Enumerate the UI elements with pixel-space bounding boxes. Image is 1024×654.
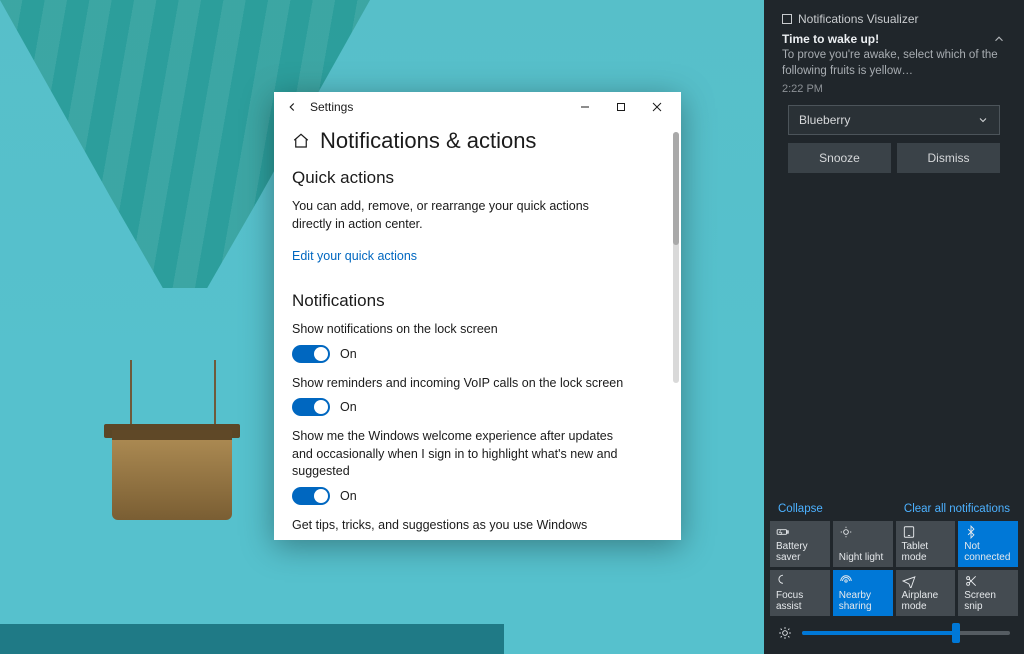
brightness-slider[interactable] xyxy=(764,616,1024,654)
quick-action-tiles: Battery saver Night light Tablet mode Not c… xyxy=(764,521,1024,616)
action-center: Notifications Visualizer Time to wake up… xyxy=(764,0,1024,654)
quick-actions-description: You can add, remove, or rearrange your q… xyxy=(292,198,622,233)
wallpaper-rope xyxy=(130,360,132,430)
setting-label: Show me the Windows welcome experience a… xyxy=(292,428,632,481)
notification-dropdown[interactable]: Blueberry xyxy=(788,105,1000,135)
setting-label: Show notifications on the lock screen xyxy=(292,321,632,339)
dismiss-button[interactable]: Dismiss xyxy=(897,143,1000,173)
nearby-sharing-icon xyxy=(839,574,887,588)
tile-label: Not connected xyxy=(964,541,1012,563)
tile-label: Battery saver xyxy=(776,541,824,563)
collapse-link[interactable]: Collapse xyxy=(778,503,823,515)
tile-label: Night light xyxy=(839,552,887,563)
chevron-up-icon[interactable] xyxy=(992,32,1006,46)
tile-label: Nearby sharing xyxy=(839,590,887,612)
notification-timestamp: 2:22 PM xyxy=(782,83,1006,95)
back-button[interactable] xyxy=(280,95,304,119)
notification-setting-row: Show reminders and incoming VoIP calls o… xyxy=(292,375,663,417)
window-title: Settings xyxy=(310,100,567,114)
titlebar[interactable]: Settings xyxy=(274,92,681,122)
page-title: Notifications & actions xyxy=(320,128,536,154)
clear-all-link[interactable]: Clear all notifications xyxy=(904,503,1010,515)
minimize-button[interactable] xyxy=(567,92,603,122)
notification-app-name: Notifications Visualizer xyxy=(798,12,919,26)
snooze-button[interactable]: Snooze xyxy=(788,143,891,173)
brightness-thumb[interactable] xyxy=(952,623,960,643)
brightness-track[interactable] xyxy=(802,631,1010,635)
settings-content: Notifications & actions Quick actions Yo… xyxy=(274,122,681,540)
battery-icon xyxy=(776,525,824,539)
chevron-down-icon xyxy=(977,114,989,126)
tile-label: Focus assist xyxy=(776,590,824,612)
tablet-mode-icon xyxy=(902,525,950,539)
notification-setting-row: Get tips, tricks, and suggestions as you… xyxy=(292,517,663,541)
home-icon[interactable] xyxy=(292,132,310,150)
quick-action-screen-snip[interactable]: Screen snip xyxy=(958,570,1018,616)
notification-dropdown-value: Blueberry xyxy=(799,113,850,127)
toggle-switch[interactable] xyxy=(292,345,330,363)
quick-actions-heading: Quick actions xyxy=(292,168,663,188)
quick-action-airplane-mode[interactable]: Airplane mode xyxy=(896,570,956,616)
maximize-button[interactable] xyxy=(603,92,639,122)
notification-body: To prove you're awake, select which of t… xyxy=(782,48,1006,79)
brightness-icon xyxy=(778,626,792,640)
toggle-state: On xyxy=(340,347,357,361)
bluetooth-icon xyxy=(964,525,1012,539)
toggle-state: On xyxy=(340,489,357,503)
wallpaper-ground xyxy=(0,624,504,654)
toggle-switch[interactable] xyxy=(292,487,330,505)
quick-action-focus-assist[interactable]: Focus assist xyxy=(770,570,830,616)
tile-label: Airplane mode xyxy=(902,590,950,612)
quick-action-not-connected[interactable]: Not connected xyxy=(958,521,1018,567)
tile-label: Tablet mode xyxy=(902,541,950,563)
app-icon xyxy=(782,14,792,24)
notification-card[interactable]: Notifications Visualizer Time to wake up… xyxy=(776,12,1012,173)
setting-label: Get tips, tricks, and suggestions as you… xyxy=(292,517,632,535)
quick-action-night-light[interactable]: Night light xyxy=(833,521,893,567)
night-light-icon xyxy=(839,525,887,539)
notification-title: Time to wake up! xyxy=(782,32,1006,46)
scrollbar[interactable] xyxy=(673,132,679,383)
notification-setting-row: Show me the Windows welcome experience a… xyxy=(292,428,663,505)
tile-label: Screen snip xyxy=(964,590,1012,612)
quick-action-tablet-mode[interactable]: Tablet mode xyxy=(896,521,956,567)
setting-label: Show reminders and incoming VoIP calls o… xyxy=(292,375,632,393)
quick-action-battery-saver[interactable]: Battery saver xyxy=(770,521,830,567)
wallpaper-rope xyxy=(214,360,216,430)
toggle-state: On xyxy=(340,400,357,414)
focus-assist-icon xyxy=(776,574,824,588)
quick-action-nearby-sharing[interactable]: Nearby sharing xyxy=(833,570,893,616)
notifications-heading: Notifications xyxy=(292,291,663,311)
screen-snip-icon xyxy=(964,574,1012,588)
notification-setting-row: Show notifications on the lock screen On xyxy=(292,321,663,363)
settings-window: Settings Notifications & actions Quick a… xyxy=(274,92,681,540)
toggle-switch[interactable] xyxy=(292,398,330,416)
wallpaper-basket xyxy=(112,430,232,520)
close-button[interactable] xyxy=(639,92,675,122)
edit-quick-actions-link[interactable]: Edit your quick actions xyxy=(292,249,417,263)
scrollbar-thumb[interactable] xyxy=(673,132,679,245)
airplane-mode-icon xyxy=(902,574,950,588)
